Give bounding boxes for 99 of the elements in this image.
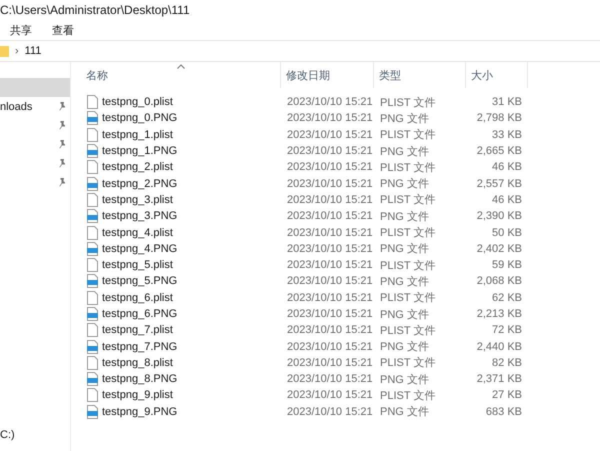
type-cell-text: PLIST 文件 — [379, 226, 436, 240]
size-cell-text: 2,440 KB — [476, 340, 523, 353]
file-name[interactable]: testpng_9.PNG — [102, 406, 178, 418]
file-name[interactable]: testpng_9.plist — [102, 389, 173, 402]
date-cell-text: 2023/10/10 15:21 — [286, 242, 374, 255]
pin-icon — [58, 140, 66, 149]
type-cell-text: PLIST 文件 — [379, 356, 436, 370]
type-cell-text: PNG 文件 — [379, 112, 430, 126]
file-name[interactable]: testpng_0.PNG — [102, 112, 178, 124]
type-cell-text: PNG 文件 — [379, 144, 430, 159]
file-name[interactable]: testpng_6.PNG — [102, 308, 178, 320]
date-cell-text: 2023/10/10 15:21 — [286, 292, 374, 304]
date-cell-text: 2023/10/10 15:21 — [286, 324, 374, 336]
date-cell-text: 2023/10/10 15:21 — [286, 96, 374, 108]
folder-icon — [0, 45, 9, 57]
size-cell-text: 2,390 KB — [476, 210, 523, 222]
column-header[interactable]: 名称 — [81, 62, 281, 88]
date-cell-text: 2023/10/10 15:21 — [286, 161, 374, 174]
type-cell-text: PNG 文件 — [379, 242, 430, 256]
date-cell-text: 2023/10/10 15:21 — [286, 356, 374, 369]
type-cell-text: PNG 文件 — [379, 176, 430, 192]
file-name[interactable]: testpng_1.PNG — [102, 145, 178, 158]
column-header[interactable]: 大小 — [466, 62, 528, 88]
size-cell-text: 59 KB — [491, 259, 523, 272]
date-cell-text: 2023/10/10 15:21 — [286, 194, 374, 206]
file-name[interactable]: testpng_6.plist — [102, 292, 173, 304]
file-name[interactable]: testpng_3.plist — [102, 194, 173, 206]
column-header[interactable]: 修改日期 — [281, 62, 374, 88]
file-name[interactable]: testpng_2.plist — [102, 161, 173, 174]
date-cell-text: 2023/10/10 15:21 — [286, 145, 374, 158]
sort-caret-icon — [176, 64, 184, 69]
date-cell-text: 2023/10/10 15:21 — [286, 340, 374, 353]
ribbon-tab[interactable]: 查看 — [44, 22, 82, 38]
type-cell-text: PNG 文件 — [379, 210, 430, 224]
file-name[interactable]: testpng_7.plist — [102, 324, 173, 336]
size-cell-text: 2,798 KB — [476, 112, 523, 124]
file-name[interactable]: testpng_0.plist — [102, 96, 173, 108]
file-name[interactable]: testpng_8.PNG — [102, 373, 178, 386]
sidebar-item[interactable]: C:) — [0, 429, 70, 441]
size-cell-text: 2,068 KB — [476, 275, 523, 288]
size-cell-text: 33 KB — [491, 128, 523, 141]
file-name[interactable]: testpng_8.plist — [102, 356, 173, 369]
size-cell-text: 82 KB — [491, 356, 523, 369]
date-cell-text: 2023/10/10 15:21 — [286, 226, 374, 239]
type-cell-text: PNG 文件 — [379, 340, 430, 354]
type-cell-text: PLIST 文件 — [379, 388, 436, 403]
type-cell-text: PLIST 文件 — [379, 96, 436, 110]
date-cell-text: 2023/10/10 15:21 — [286, 308, 374, 320]
file-name[interactable]: testpng_3.PNG — [102, 210, 178, 222]
date-cell-text: 2023/10/10 15:21 — [286, 389, 374, 402]
breadcrumb-separator: › — [15, 45, 19, 57]
size-cell-text: 31 KB — [491, 96, 523, 108]
type-cell-text: PNG 文件 — [379, 404, 430, 420]
type-cell-text: PLIST 文件 — [379, 160, 436, 175]
size-cell-text: 2,371 KB — [476, 373, 523, 386]
file-name[interactable]: testpng_4.PNG — [102, 242, 178, 255]
type-cell-text: PLIST 文件 — [379, 258, 436, 273]
size-cell-text: 72 KB — [491, 324, 523, 336]
type-cell-text: PNG 文件 — [379, 308, 430, 322]
size-cell-text: 2,557 KB — [476, 178, 523, 190]
date-cell-text: 2023/10/10 15:21 — [286, 128, 374, 141]
type-cell-text: PNG 文件 — [379, 372, 430, 387]
size-cell-text: 2,402 KB — [476, 242, 523, 255]
size-cell-text: 27 KB — [491, 389, 523, 402]
date-cell-text: 2023/10/10 15:21 — [286, 178, 374, 190]
ribbon-tab[interactable]: 共享 — [2, 22, 40, 38]
date-cell-text: 2023/10/10 15:21 — [286, 112, 374, 124]
file-name[interactable]: testpng_5.PNG — [102, 275, 178, 288]
pin-icon — [58, 102, 66, 111]
type-cell-text: PNG 文件 — [379, 274, 430, 289]
date-cell-text: 2023/10/10 15:21 — [286, 406, 374, 418]
file-name[interactable]: testpng_7.PNG — [102, 340, 178, 353]
file-name[interactable]: testpng_1.plist — [102, 128, 173, 141]
size-cell-text: 62 KB — [491, 292, 523, 304]
size-cell-text: 683 KB — [484, 406, 523, 418]
type-cell-text: PLIST 文件 — [379, 128, 436, 142]
sidebar-item[interactable]: nloads — [0, 97, 70, 116]
window-title: C:\Users\Administrator\Desktop\111 — [0, 3, 190, 17]
pin-icon — [58, 121, 66, 130]
breadcrumb-item[interactable]: 111 — [24, 45, 42, 57]
file-name[interactable]: testpng_4.plist — [102, 226, 173, 239]
date-cell-text: 2023/10/10 15:21 — [286, 373, 374, 386]
date-cell-text: 2023/10/10 15:21 — [286, 210, 374, 222]
size-cell-text: 46 KB — [491, 161, 523, 174]
date-cell-text: 2023/10/10 15:21 — [286, 259, 374, 272]
date-cell-text: 2023/10/10 15:21 — [286, 275, 374, 288]
file-name[interactable]: testpng_2.PNG — [102, 178, 178, 190]
type-cell-text: PLIST 文件 — [379, 324, 436, 338]
type-cell-text: PLIST 文件 — [379, 290, 436, 306]
pin-icon — [58, 178, 66, 187]
size-cell-text: 2,665 KB — [476, 145, 523, 158]
column-header[interactable]: 类型 — [374, 62, 466, 88]
pin-icon — [58, 159, 66, 168]
size-cell-text: 50 KB — [491, 226, 523, 239]
size-cell-text: 46 KB — [491, 194, 523, 206]
file-name[interactable]: testpng_5.plist — [102, 259, 173, 272]
sidebar-item[interactable] — [0, 78, 70, 97]
type-cell-text: PLIST 文件 — [379, 192, 436, 208]
size-cell-text: 2,213 KB — [476, 308, 523, 320]
